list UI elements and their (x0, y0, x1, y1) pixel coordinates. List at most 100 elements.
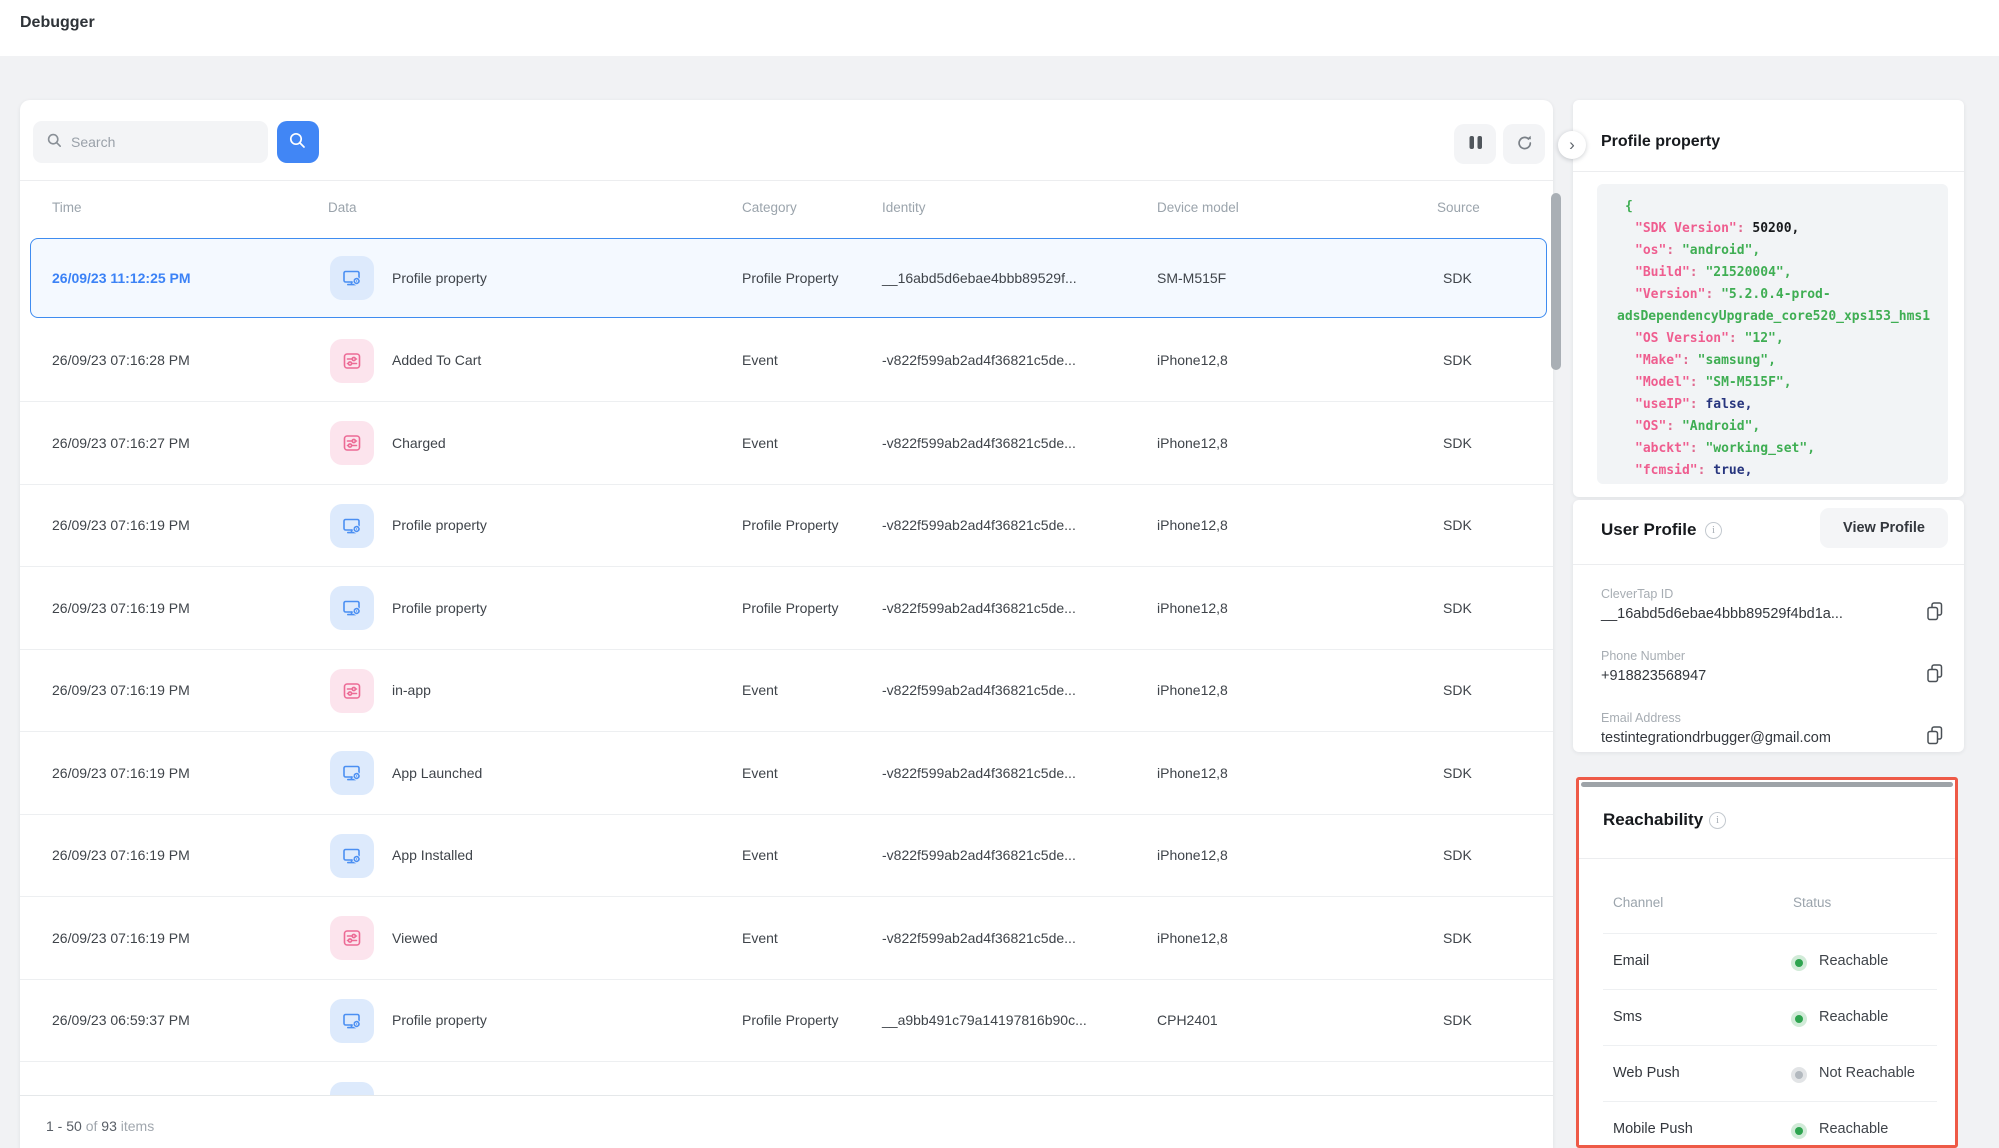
copy-email-button[interactable] (1924, 724, 1946, 746)
profile-property-icon (330, 586, 374, 630)
table-row[interactable]: 26/09/23 07:16:19 PM in-app Event -v822f… (20, 650, 1553, 733)
json-line: true, (1713, 463, 1752, 478)
items-total: 93 (101, 1118, 117, 1134)
row-source: SDK (1443, 600, 1472, 616)
table-row[interactable]: 26/09/23 06:59:37 PM Profile property Pr… (20, 980, 1553, 1063)
row-data-name: Viewed (392, 930, 438, 946)
row-identity: -v822f599ab2ad4f36821c5de... (882, 435, 1076, 451)
event-detail-panel: › Profile property { "SDK Version"50200,… (1573, 100, 1964, 497)
search-input[interactable] (71, 134, 251, 150)
phone-number-label: Phone Number (1601, 649, 1685, 663)
row-device-model: iPhone12,8 (1157, 847, 1228, 863)
status-text: Reachable (1819, 1009, 1888, 1025)
row-data-name: Added To Cart (392, 352, 481, 368)
json-line: "SM-M515F", (1705, 375, 1791, 390)
table-row[interactable]: 26/09/23 07:16:19 PM App Installed Event… (20, 815, 1553, 898)
row-source: SDK (1443, 1012, 1472, 1028)
event-icon (330, 669, 374, 713)
pause-icon (1466, 133, 1485, 155)
copy-clevertap-id-button[interactable] (1924, 600, 1946, 622)
row-identity: __a9bb491c79a14197816b90c... (882, 1012, 1087, 1028)
row-device-model: iPhone12,8 (1157, 930, 1228, 946)
event-icon (330, 421, 374, 465)
row-identity: -v822f599ab2ad4f36821c5de... (882, 352, 1076, 368)
table-row[interactable]: 26/09/23 11:12:25 PM Profile property Pr… (20, 237, 1553, 320)
detail-panel-title: Profile property (1601, 133, 1720, 151)
copy-icon (1924, 610, 1946, 625)
detail-panel-header: › Profile property (1573, 100, 1964, 172)
table-row[interactable]: 26/09/23 07:16:19 PM Profile property Pr… (20, 567, 1553, 650)
row-time: 26/09/23 11:12:25 PM (52, 270, 191, 286)
table-header: Time Data Category Identity Device model… (20, 181, 1553, 237)
row-category: Event (742, 352, 778, 368)
info-icon[interactable]: i (1709, 812, 1726, 829)
search-submit-button[interactable] (277, 121, 319, 163)
top-header: Debugger (0, 0, 1999, 56)
row-source: SDK (1443, 682, 1472, 698)
items-range: 1 - 50 (46, 1118, 82, 1134)
table-row[interactable]: 26/09/23 07:16:19 PM Viewed Event -v822f… (20, 897, 1553, 980)
table-row[interactable]: 26/09/23 07:16:19 PM Profile property Pr… (20, 485, 1553, 568)
profile-property-icon (330, 504, 374, 548)
table-footer: 1 - 50 of 93 items ← 1 2 → (20, 1095, 1553, 1148)
row-source: SDK (1443, 270, 1472, 286)
table-row-partial[interactable] (20, 1062, 1553, 1095)
row-source: SDK (1443, 435, 1472, 451)
divider (1573, 564, 1964, 565)
table-toolbar (20, 100, 1553, 181)
view-profile-button[interactable]: View Profile (1820, 508, 1948, 548)
table-row[interactable]: 26/09/23 07:16:19 PM App Launched Event … (20, 732, 1553, 815)
reachable-status-dot (1791, 1123, 1807, 1139)
reachability-row-email: Email Reachable (1603, 933, 1937, 989)
row-data-name: Profile property (392, 600, 487, 616)
row-data-name: Charged (392, 435, 446, 451)
status-text: Not Reachable (1819, 1065, 1915, 1081)
row-identity: -v822f599ab2ad4f36821c5de... (882, 517, 1076, 533)
profile-property-icon (330, 751, 374, 795)
search-field[interactable] (33, 121, 268, 163)
event-json-viewer[interactable]: { "SDK Version"50200, "os""android", "Bu… (1597, 184, 1948, 484)
json-line: "android", (1682, 243, 1760, 258)
event-icon (330, 916, 374, 960)
vertical-scrollbar[interactable] (1551, 193, 1561, 370)
table-row[interactable]: 26/09/23 07:16:28 PM Added To Cart Event… (20, 320, 1553, 403)
row-time: 26/09/23 07:16:19 PM (52, 930, 190, 946)
user-profile-title: User Profile (1601, 520, 1696, 540)
row-data-name: Profile property (392, 270, 487, 286)
reachability-row-sms: Sms Reachable (1603, 989, 1937, 1045)
refresh-icon (1515, 133, 1534, 155)
channel-column-header: Channel (1613, 895, 1663, 910)
column-header-category: Category (742, 200, 797, 215)
collapse-panel-button[interactable]: › (1558, 131, 1586, 159)
copy-phone-number-button[interactable] (1924, 662, 1946, 684)
row-device-model: iPhone12,8 (1157, 600, 1228, 616)
row-time: 26/09/23 07:16:19 PM (52, 847, 190, 863)
json-line: "5.2.0.4-prod- (1721, 287, 1831, 302)
reachability-row-mobile-push: Mobile Push Reachable (1603, 1101, 1937, 1148)
refresh-button[interactable] (1503, 124, 1545, 164)
row-time: 26/09/23 07:16:27 PM (52, 435, 190, 451)
copy-icon (1924, 734, 1946, 749)
profile-property-icon (330, 1082, 374, 1095)
json-line: { (1625, 199, 1633, 214)
row-source: SDK (1443, 352, 1472, 368)
row-category: Profile Property (742, 517, 838, 533)
json-line: adsDependencyUpgrade_core520_xps153_hms1 (1617, 309, 1930, 324)
row-time: 26/09/23 07:16:19 PM (52, 765, 190, 781)
table-row[interactable]: 26/09/23 07:16:27 PM Charged Event -v822… (20, 402, 1553, 485)
clevertap-id-value: __16abd5d6ebae4bbb89529f4bd1a... (1601, 606, 1843, 622)
row-source: SDK (1443, 517, 1472, 533)
info-icon[interactable]: i (1705, 522, 1722, 539)
row-time: 26/09/23 06:59:37 PM (52, 1012, 190, 1028)
column-header-data: Data (328, 200, 357, 215)
column-header-identity: Identity (882, 200, 926, 215)
horizontal-scrollbar[interactable] (1581, 782, 1953, 787)
json-line: "12", (1745, 331, 1784, 346)
profile-property-icon (330, 834, 374, 878)
json-line: 50200, (1752, 221, 1799, 236)
pause-button[interactable] (1454, 124, 1496, 164)
event-icon (330, 339, 374, 383)
row-category: Event (742, 682, 778, 698)
row-identity: -v822f599ab2ad4f36821c5de... (882, 682, 1076, 698)
row-category: Profile Property (742, 270, 838, 286)
